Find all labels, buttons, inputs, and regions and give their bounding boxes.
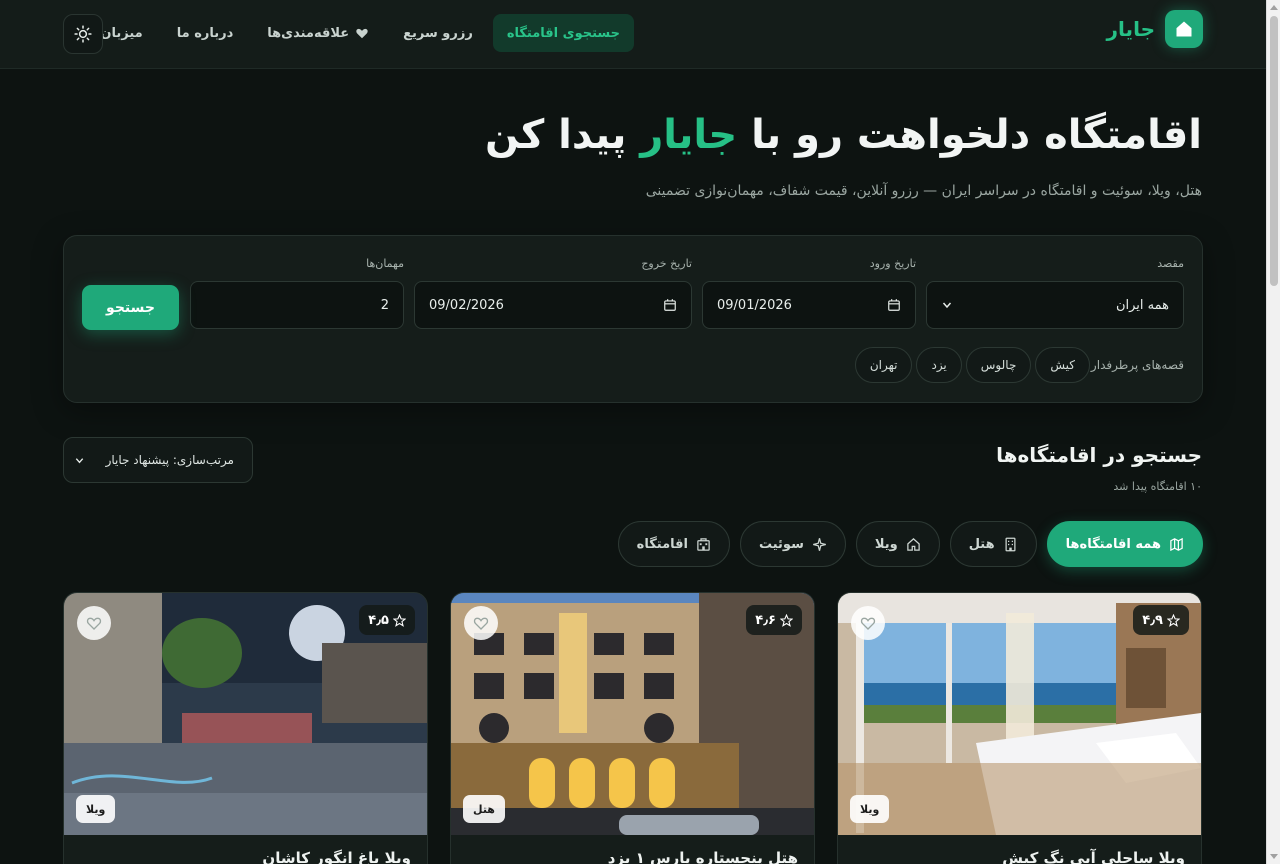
guests-input[interactable]: 2 (190, 281, 404, 329)
home-icon (906, 537, 920, 551)
top-navbar: جایار جستجوی اقامتگاه رزرو سریع علاقه‌من… (0, 0, 1266, 69)
nav-label: رزرو سریع (403, 25, 473, 41)
hero-title-prefix: اقامتگاه دلخواهت رو با (751, 112, 1202, 158)
type-badge: هتل (463, 795, 505, 823)
destination-label: مقصد (1157, 257, 1184, 270)
theme-toggle-button[interactable] (63, 14, 103, 54)
nav-search-stays[interactable]: جستجوی اقامتگاه (492, 14, 634, 52)
nav-about[interactable]: درباره ما (163, 14, 248, 52)
nav-label: درباره ما (176, 25, 234, 41)
checkout-date-input[interactable]: 09/02/2026 (414, 281, 692, 329)
rating-value: ۴٫۹ (1142, 612, 1163, 628)
guests-value: 2 (380, 297, 389, 313)
scroll-down-icon[interactable] (1270, 854, 1278, 859)
tab-label: هتل (968, 536, 995, 552)
sort-select[interactable]: مرتب‌سازی: پیشنهاد جایار (63, 437, 253, 483)
brand-name: جایار (1106, 17, 1155, 41)
tab-label: ویلا (874, 536, 898, 552)
star-icon (393, 613, 406, 627)
rating-value: ۴٫۵ (368, 612, 389, 628)
nav-quick-booking[interactable]: رزرو سریع (389, 14, 487, 52)
tab-label: سوئیت (758, 536, 804, 552)
checkout-label: تاریخ خروج (641, 257, 692, 270)
chip-yazd[interactable]: یزد (916, 347, 962, 383)
type-badge: ویلا (76, 795, 116, 823)
checkout-value: 09/02/2026 (429, 297, 504, 313)
sort-value: مرتب‌سازی: پیشنهاد جایار (105, 453, 234, 467)
star-icon (1167, 613, 1180, 627)
tab-label: اقامتگاه (636, 536, 688, 552)
guests-label: مهمان‌ها (366, 257, 404, 270)
chevron-down-icon (942, 302, 952, 309)
scrollbar-thumb[interactable] (1270, 16, 1278, 286)
heart-icon (860, 617, 876, 630)
hero-title-brand: جایار (640, 112, 738, 158)
listing-title: ویلا ساحلی آبی نگ کیش (1002, 849, 1185, 864)
nav-favorites[interactable]: علاقه‌مندی‌ها (253, 14, 383, 52)
chevron-down-icon (75, 457, 84, 463)
checkin-value: 09/01/2026 (717, 297, 792, 313)
building-icon (1005, 537, 1016, 551)
calendar-icon (664, 299, 676, 311)
rating-badge: ۴٫۶ (746, 605, 802, 635)
destination-select[interactable]: همه ایران (926, 281, 1184, 329)
scroll-up-icon[interactable] (1270, 5, 1278, 10)
search-panel: مقصد همه ایران تاریخ ورود 09/01/2026 تار… (63, 235, 1203, 403)
heart-icon (86, 617, 102, 630)
rating-value: ۴٫۶ (755, 612, 776, 628)
type-label: ویلا (86, 802, 106, 816)
checkin-label: تاریخ ورود (869, 257, 916, 270)
heart-icon (473, 617, 489, 630)
favorite-button[interactable] (77, 606, 111, 640)
listing-card[interactable]: ۴٫۶ هتل هتل پنجستاره پارس ۱ یزد (450, 592, 815, 864)
popular-chips: کیش چالوس یزد تهران (854, 347, 1090, 383)
brand-logo[interactable]: جایار (1107, 10, 1203, 48)
star-icon (780, 613, 793, 627)
home-icon (1165, 10, 1203, 48)
tab-hotel[interactable]: هتل (949, 521, 1037, 567)
destination-value: همه ایران (1115, 297, 1169, 313)
sparkle-icon (812, 537, 826, 551)
tab-label: همه اقامتگاه‌ها (1065, 536, 1161, 552)
results-count: ۱۰ اقامتگاه پیدا شد (1113, 480, 1202, 493)
search-button[interactable]: جستجو (82, 285, 179, 330)
rating-badge: ۴٫۹ (1133, 605, 1189, 635)
tab-suite[interactable]: سوئیت (739, 521, 846, 567)
listing-card[interactable]: ۴٫۵ ویلا ویلا باغ انگور کاشان (63, 592, 428, 864)
map-icon (1170, 537, 1183, 551)
chip-tehran[interactable]: تهران (854, 347, 913, 383)
results-title: جستجو در اقامتگاه‌ها (996, 443, 1202, 467)
type-badge: ویلا (850, 795, 890, 823)
type-label: هتل (473, 802, 495, 816)
favorite-button[interactable] (464, 606, 498, 640)
page-scrollbar[interactable] (1266, 0, 1280, 864)
hero-title-suffix: پیدا کن (484, 112, 627, 158)
calendar-icon (888, 299, 900, 311)
category-tabs: همه اقامتگاه‌ها هتل ویلا سوئیت اقامتگاه (617, 521, 1203, 567)
sun-icon (74, 25, 92, 43)
nav-label: جستجوی اقامتگاه (506, 25, 620, 41)
tab-all-stays[interactable]: همه اقامتگاه‌ها (1046, 521, 1203, 567)
hotel-icon (697, 537, 710, 551)
listing-card[interactable]: ۴٫۹ ویلا ویلا ساحلی آبی نگ کیش (837, 592, 1202, 864)
listing-title: ویلا باغ انگور کاشان (262, 849, 411, 864)
favorite-button[interactable] (851, 606, 885, 640)
listing-title: هتل پنجستاره پارس ۱ یزد (607, 849, 798, 864)
hero-subtitle: هتل، ویلا، سوئیت و اقامتگاه در سراسر ایر… (645, 183, 1202, 199)
checkin-date-input[interactable]: 09/01/2026 (702, 281, 916, 329)
nav-label: علاقه‌مندی‌ها (267, 25, 350, 41)
heart-icon (356, 28, 368, 39)
hero-title: اقامتگاه دلخواهت رو با جایار پیدا کن (485, 112, 1202, 158)
popular-label: قصه‌های پرطرفدار: (1086, 358, 1184, 372)
rating-badge: ۴٫۵ (359, 605, 415, 635)
main-nav: جستجوی اقامتگاه رزرو سریع علاقه‌مندی‌ها … (49, 14, 634, 52)
chip-kish[interactable]: کیش (1035, 347, 1090, 383)
tab-lodge[interactable]: اقامتگاه (617, 521, 730, 567)
chip-chalus[interactable]: چالوس (965, 347, 1032, 383)
type-label: ویلا (860, 802, 880, 816)
tab-villa[interactable]: ویلا (855, 521, 940, 567)
